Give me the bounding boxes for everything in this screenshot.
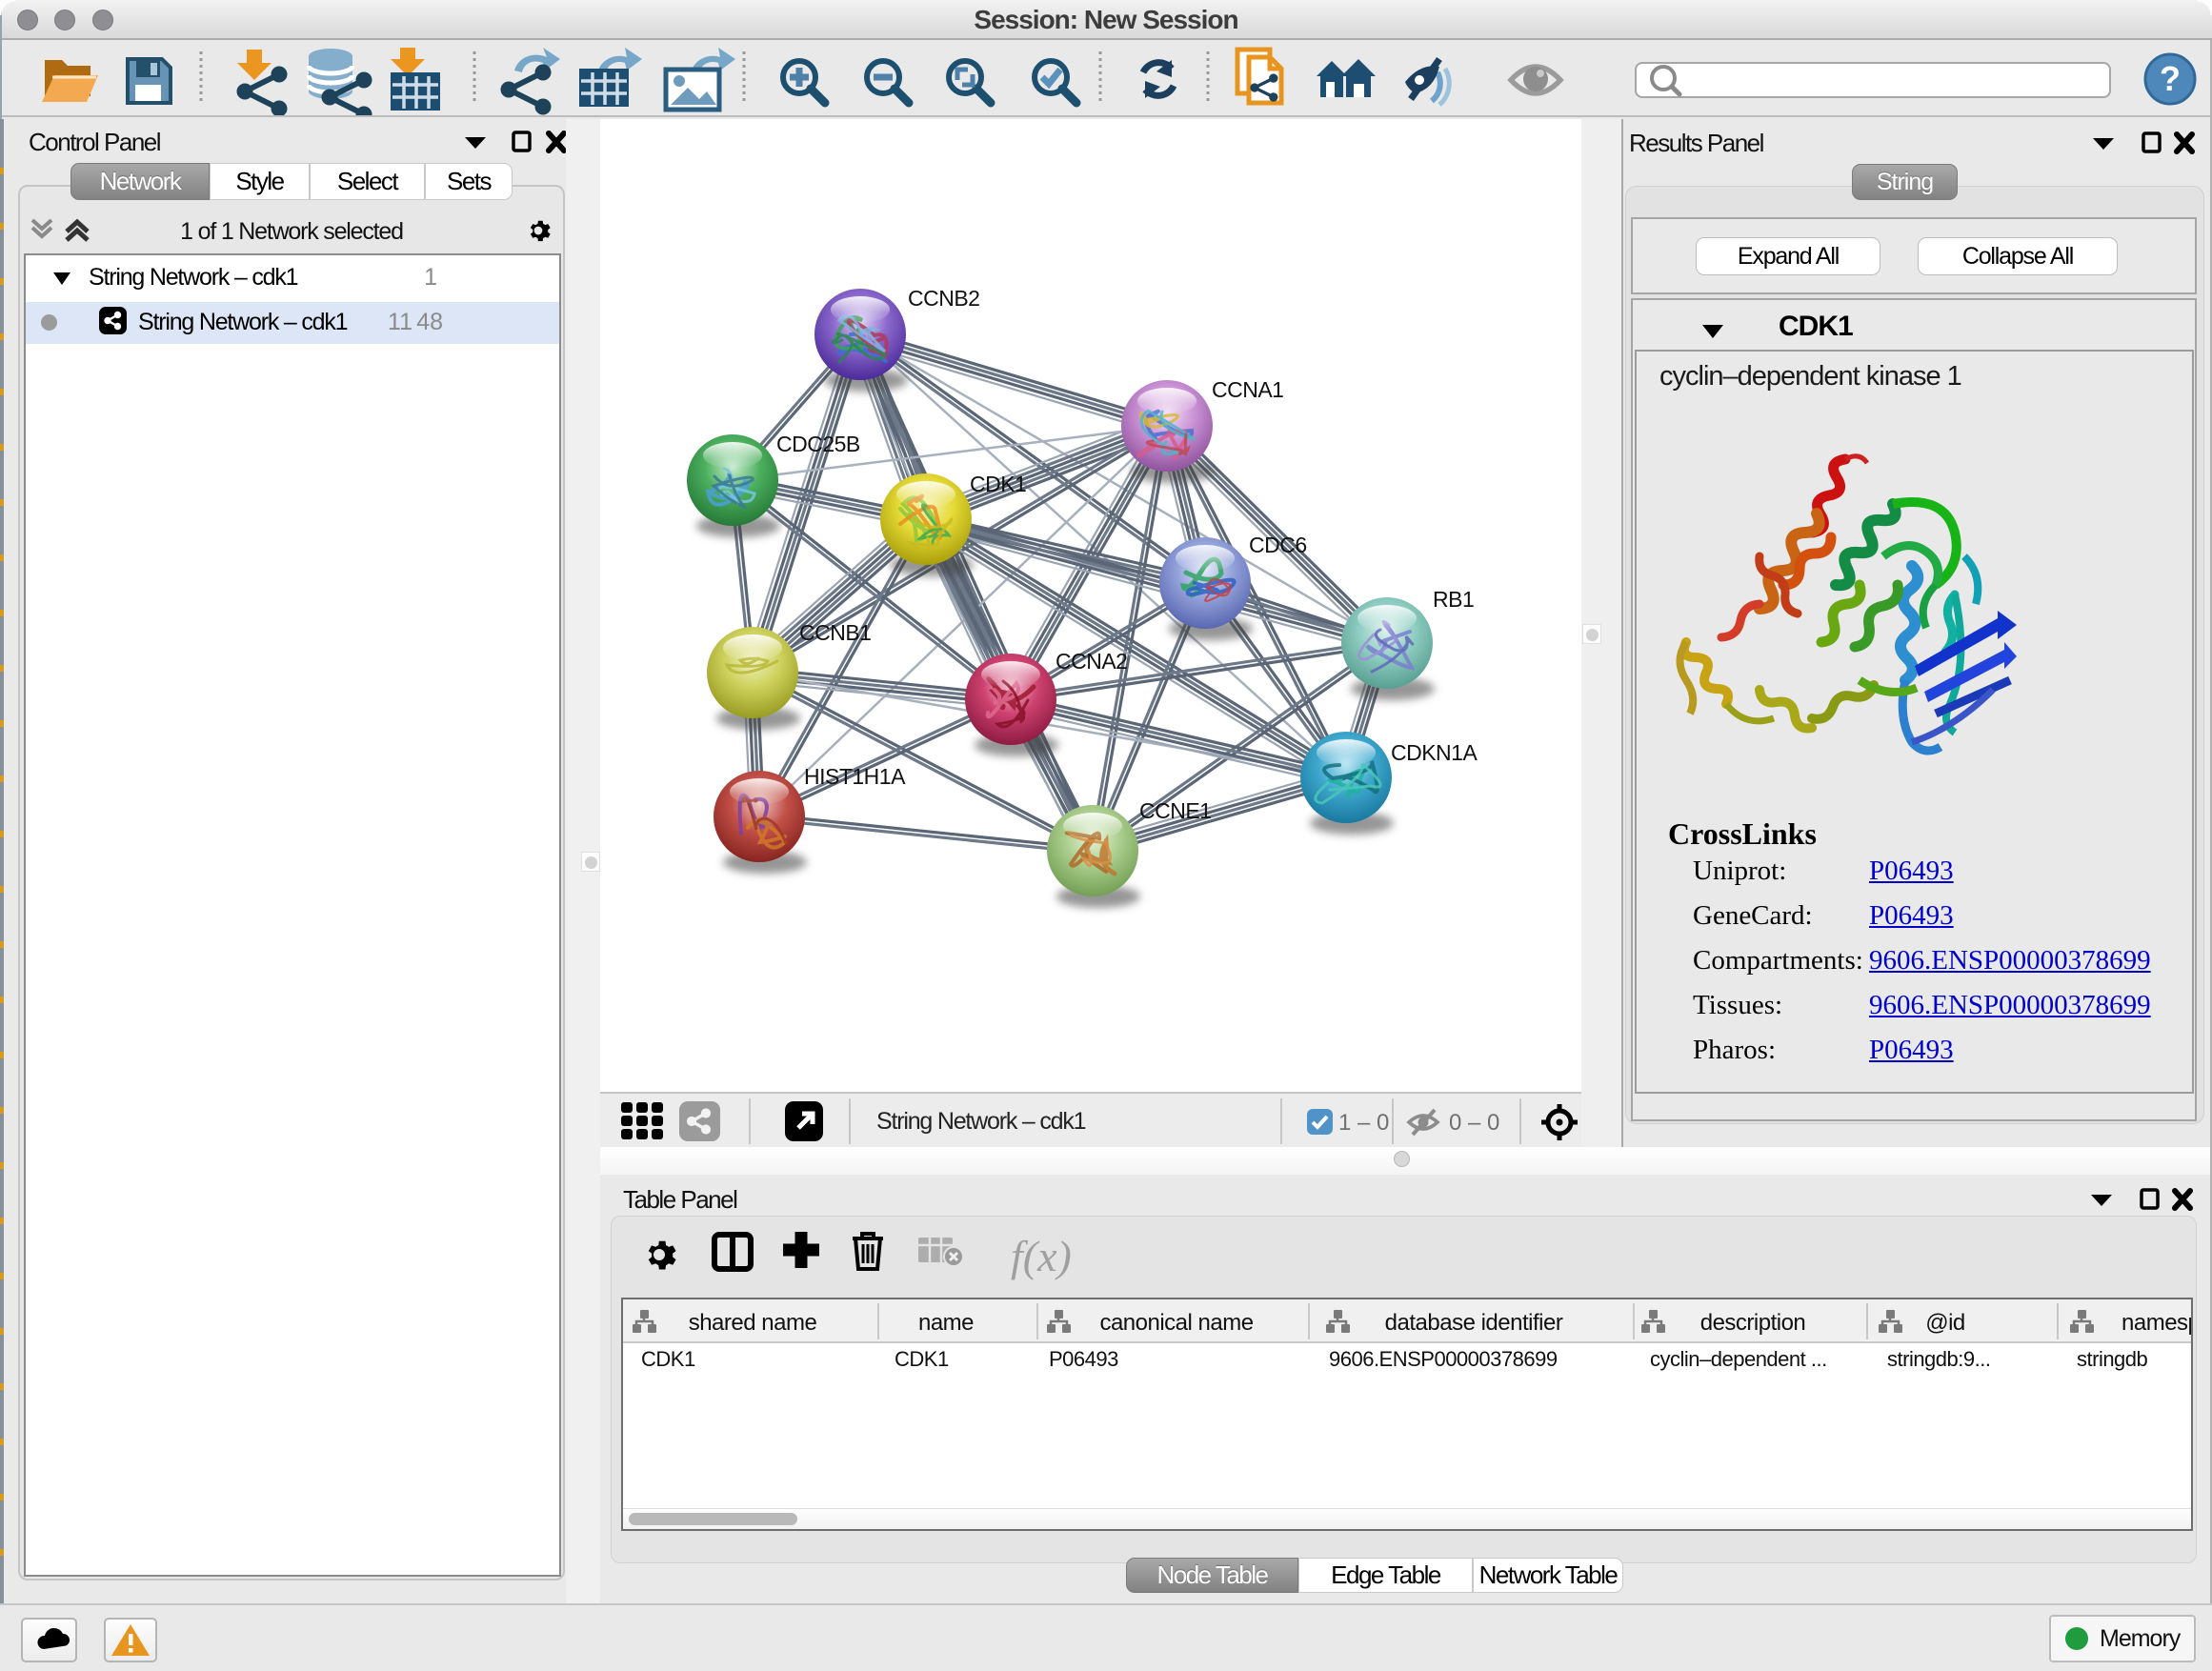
svg-text:CCNA2: CCNA2	[1056, 649, 1127, 674]
svg-text:f(x): f(x)	[1011, 1232, 1072, 1280]
svg-text:canonical name: canonical name	[1099, 1310, 1253, 1336]
svg-text:CDC6: CDC6	[1249, 533, 1307, 557]
svg-text:RB1: RB1	[1433, 587, 1474, 612]
svg-text:CDC25B: CDC25B	[776, 432, 860, 456]
svg-text:CDKN1A: CDKN1A	[1391, 740, 1478, 765]
svg-text:database identifier: database identifier	[1385, 1310, 1563, 1336]
svg-text:?: ?	[2160, 59, 2181, 98]
svg-text:CCNB1: CCNB1	[799, 620, 871, 645]
svg-text:CCNB2: CCNB2	[908, 286, 979, 311]
svg-text:CDK1: CDK1	[970, 472, 1026, 496]
svg-text:HIST1H1A: HIST1H1A	[804, 764, 906, 789]
svg-text:shared name: shared name	[689, 1310, 817, 1336]
svg-text:name: name	[918, 1310, 974, 1336]
svg-text:namespac: namespac	[2122, 1310, 2191, 1336]
svg-text:CCNE1: CCNE1	[1139, 798, 1211, 823]
svg-text:@id: @id	[1925, 1310, 1965, 1336]
svg-text:description: description	[1700, 1310, 1806, 1336]
svg-text:CCNA1: CCNA1	[1212, 377, 1283, 402]
